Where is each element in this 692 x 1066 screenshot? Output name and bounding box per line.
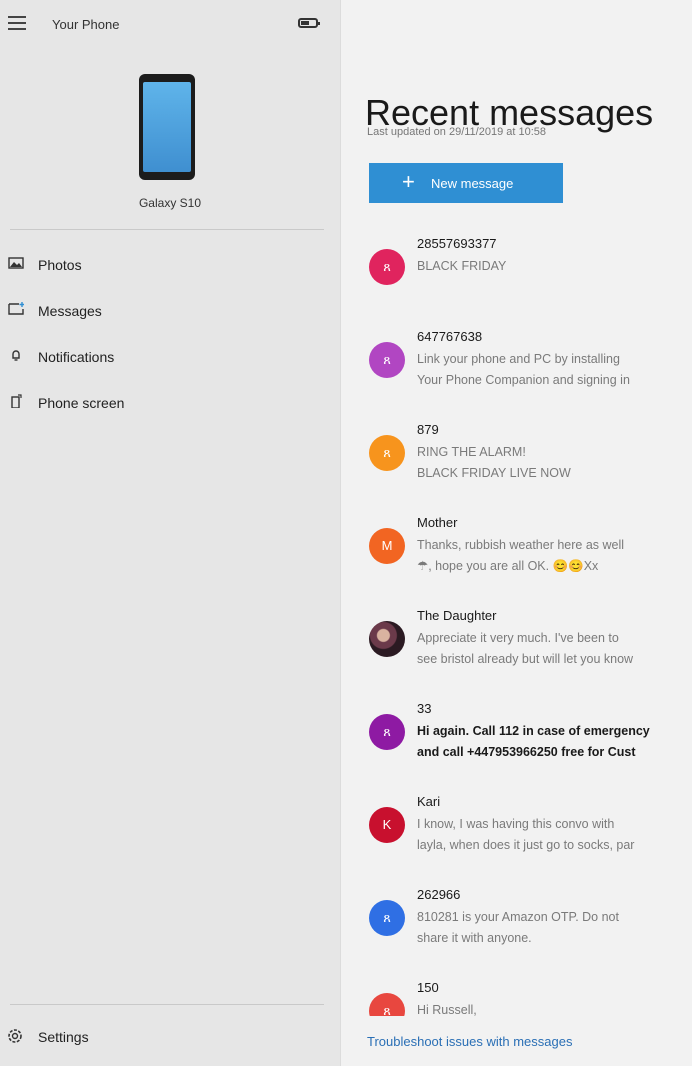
last-updated-text: Last updated on 29/11/2019 at 10:58 — [367, 126, 547, 138]
photos-icon — [8, 257, 24, 269]
sidebar-nav: Photos Messages Notifications Phone scre… — [0, 244, 340, 428]
message-item[interactable]: ጸ 647767638 Link your phone and PC by inst… — [341, 325, 692, 418]
message-item[interactable]: ጸ 33 Hi again. Call 112 in case of emergen… — [341, 697, 692, 790]
sidebar-item-label: Photos — [38, 257, 82, 273]
message-item[interactable]: M Mother Thanks, rubbish weather here as w… — [341, 511, 692, 604]
troubleshoot-link[interactable]: Troubleshoot issues with messages — [367, 1034, 572, 1049]
phone-screen-icon — [11, 394, 22, 408]
app-title: Your Phone — [52, 17, 120, 32]
person-icon: ጸ — [369, 342, 405, 378]
sidebar-item-notifications[interactable]: Notifications — [0, 336, 340, 382]
settings-label: Settings — [38, 1029, 89, 1045]
person-icon: ጸ — [369, 249, 405, 285]
sidebar-item-photos[interactable]: Photos — [0, 244, 340, 290]
message-preview: Appreciate it very much. I've been to se… — [417, 631, 634, 666]
message-sender: 262966 — [417, 887, 461, 902]
sidebar-item-settings[interactable]: Settings — [0, 1018, 340, 1058]
message-list: ጸ 28557693377 BLACK FRIDAY ጸ 647767638 Link y… — [341, 232, 692, 1066]
message-preview: Thanks, rubbish weather here as well ☂, … — [417, 538, 625, 573]
sidebar-item-label: Messages — [38, 303, 102, 319]
title-bar: Your Phone — [0, 0, 340, 48]
message-item[interactable]: K Kari I know, I was having this convo wit… — [341, 790, 692, 883]
person-icon: ጸ — [369, 714, 405, 750]
message-preview: I know, I was having this convo with lay… — [417, 817, 635, 852]
sidebar-item-label: Phone screen — [38, 395, 125, 411]
initial-avatar: M — [369, 528, 405, 564]
message-preview: RING THE ALARM! BLACK FRIDAY LIVE NOW — [417, 445, 571, 480]
message-sender: Kari — [417, 794, 441, 809]
sidebar-item-label: Notifications — [38, 349, 115, 365]
hamburger-menu-icon[interactable] — [8, 16, 26, 30]
person-icon: ጸ — [369, 900, 405, 936]
divider — [10, 1004, 324, 1005]
sidebar: Your Phone Galaxy S10 Photos Messages No… — [0, 0, 341, 1066]
plus-icon: + — [402, 169, 415, 194]
message-sender: Mother — [417, 515, 458, 530]
message-sender: 150 — [417, 980, 439, 995]
message-preview: BLACK FRIDAY — [417, 259, 507, 273]
troubleshoot-bar: Troubleshoot issues with messages — [341, 1016, 692, 1066]
new-message-label: New message — [431, 176, 514, 191]
message-sender: 28557693377 — [417, 236, 497, 251]
phone-illustration — [139, 74, 195, 180]
person-icon: ጸ — [369, 435, 405, 471]
main-panel: Recent messages Last updated on 29/11/20… — [341, 0, 692, 1066]
sidebar-item-phone-screen[interactable]: Phone screen — [0, 382, 340, 428]
message-item[interactable]: ጸ 879 RING THE ALARM! BLACK FRIDAY LIVE NO… — [341, 418, 692, 511]
initial-avatar: K — [369, 807, 405, 843]
messages-icon — [8, 302, 24, 315]
gear-icon — [8, 1029, 22, 1043]
message-sender: 647767638 — [417, 329, 483, 344]
message-preview: 810281 is your Amazon OTP. Do not share … — [417, 910, 619, 945]
message-preview: Link your phone and PC by installing You… — [417, 352, 630, 387]
message-item[interactable]: ጸ 28557693377 BLACK FRIDAY — [341, 232, 692, 325]
sidebar-item-messages[interactable]: Messages — [0, 290, 340, 336]
message-preview: Hi again. Call 112 in case of emergency … — [417, 724, 650, 759]
new-message-button[interactable]: + New message — [369, 163, 563, 203]
notifications-icon — [12, 350, 20, 361]
message-sender: The Daughter — [417, 608, 497, 623]
message-item[interactable]: The Daughter Appreciate it very much. I'v… — [341, 604, 692, 697]
contact-photo-avatar — [369, 621, 405, 657]
battery-icon — [298, 18, 320, 28]
device-name: Galaxy S10 — [138, 196, 202, 210]
message-item[interactable]: ጸ 262966 810281 is your Amazon OTP. Do not… — [341, 883, 692, 976]
message-sender: 879 — [417, 422, 439, 437]
message-sender: 33 — [417, 701, 432, 716]
divider — [10, 229, 324, 230]
